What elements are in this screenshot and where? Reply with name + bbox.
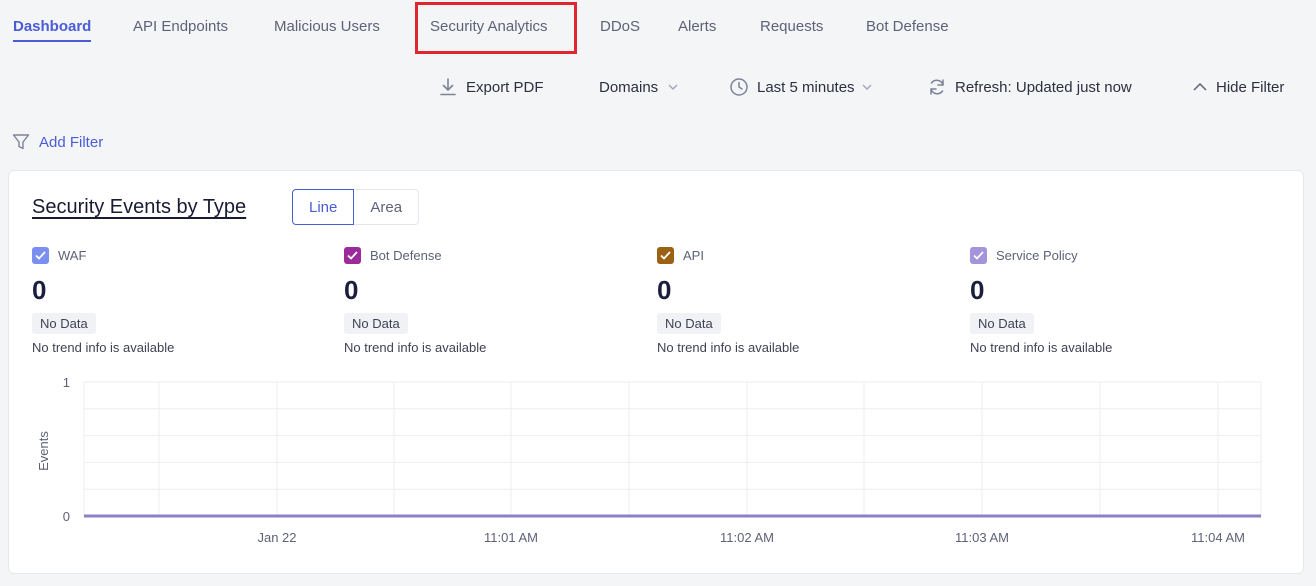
export-pdf-button[interactable]: Export PDF	[439, 76, 544, 98]
export-pdf-label: Export PDF	[466, 78, 544, 96]
y-tick-label: 0	[63, 509, 70, 524]
x-tick-label: 11:03 AM	[955, 530, 1009, 545]
add-filter-button[interactable]: Add Filter	[12, 133, 103, 151]
highlight-box	[415, 2, 577, 54]
top-nav: Dashboard API Endpoints Malicious Users …	[0, 0, 1316, 54]
tab-requests[interactable]: Requests	[760, 17, 823, 37]
tab-api-endpoints[interactable]: API Endpoints	[133, 17, 228, 37]
chevron-down-icon	[862, 84, 872, 90]
tab-malicious-users[interactable]: Malicious Users	[274, 17, 380, 37]
y-axis-label: Events	[36, 431, 51, 471]
hide-filter-button[interactable]: Hide Filter	[1193, 76, 1284, 98]
refresh-icon	[930, 79, 944, 95]
time-range-label: Last 5 minutes	[757, 78, 855, 96]
x-tick-label: 11:02 AM	[720, 530, 774, 545]
tab-bot-defense[interactable]: Bot Defense	[866, 17, 949, 37]
tab-ddos[interactable]: DDoS	[600, 17, 640, 37]
chevron-up-icon	[1193, 83, 1207, 91]
x-tick-label: 11:04 AM	[1191, 530, 1245, 545]
clock-icon	[730, 78, 748, 96]
y-tick-label: 1	[63, 375, 70, 390]
domains-dropdown[interactable]: Domains	[599, 76, 678, 98]
tab-dashboard[interactable]: Dashboard	[13, 17, 92, 42]
download-icon	[440, 78, 456, 96]
add-filter-label: Add Filter	[39, 133, 104, 151]
domains-label: Domains	[599, 78, 659, 96]
funnel-icon	[12, 134, 30, 150]
hide-filter-label: Hide Filter	[1216, 78, 1285, 96]
security-events-card: Security Events by Type Line Area WAF 0 …	[8, 170, 1304, 574]
chevron-down-icon	[668, 84, 678, 90]
events-line-chart: 1 0 Jan 22 11:01 AM 11:02 AM 11:03 AM 11:04 AM…	[36, 375, 1262, 545]
x-tick-label: 11:01 AM	[484, 530, 538, 545]
tab-alerts[interactable]: Alerts	[678, 17, 716, 37]
refresh-label: Refresh: Updated just now	[955, 78, 1132, 96]
refresh-button[interactable]: Refresh: Updated just now	[927, 76, 1132, 98]
x-tick-label: Jan 22	[257, 530, 296, 545]
time-range-dropdown[interactable]: Last 5 minutes	[729, 76, 872, 98]
